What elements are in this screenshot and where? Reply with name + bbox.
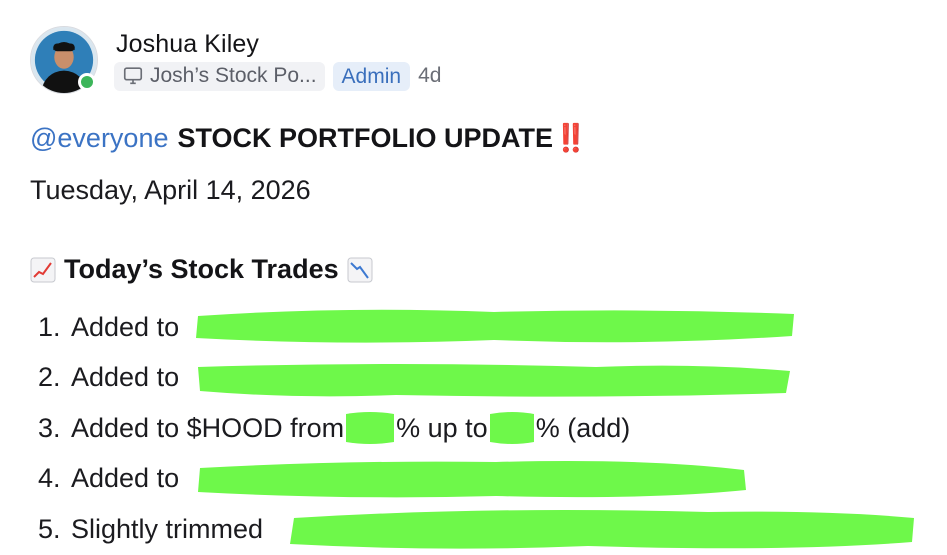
post-age: 4d xyxy=(418,64,442,87)
trade-list: 1. Added to 2. Added to 3. Added to $HOO… xyxy=(38,302,914,555)
trade-text: Added to xyxy=(71,362,180,393)
author-name[interactable]: Joshua Kiley xyxy=(116,30,259,59)
redaction-scribble xyxy=(194,306,798,346)
headline-title: STOCK PORTFOLIO UPDATE xyxy=(177,122,553,153)
trade-item: 2. Added to xyxy=(38,353,790,404)
headline: @everyone STOCK PORTFOLIO UPDATE ‼️ xyxy=(30,122,588,154)
channel-name: Josh’s Stock Po... xyxy=(150,64,317,87)
redaction-scribble xyxy=(196,458,748,500)
trade-number: 2. xyxy=(38,362,61,393)
trade-number: 3. xyxy=(38,412,61,443)
trade-number: 1. xyxy=(38,311,61,342)
double-exclamation-emoji: ‼️ xyxy=(554,123,588,153)
redaction-scribble xyxy=(344,410,396,446)
online-status-dot xyxy=(78,73,96,91)
trade-number: 5. xyxy=(38,513,61,544)
trade-item: 1. Added to xyxy=(38,302,794,353)
channel-link[interactable]: Josh’s Stock Po... xyxy=(114,61,325,91)
post-meta: Josh’s Stock Po... Admin 4d xyxy=(114,61,441,91)
author-avatar[interactable] xyxy=(30,26,100,96)
section-title-text: Today’s Stock Trades xyxy=(64,254,339,284)
trade-item: 5. Slightly trimmed xyxy=(38,504,914,555)
trade-item: 3. Added to $HOOD from % up to % (add) xyxy=(38,403,630,454)
trade-number: 4. xyxy=(38,463,61,494)
trade-text: Added to xyxy=(71,463,180,494)
trade-item: 4. Added to xyxy=(38,454,746,505)
trade-text: Added to xyxy=(71,311,180,342)
monitor-icon xyxy=(123,67,143,85)
everyone-mention[interactable]: @everyone xyxy=(30,123,168,154)
admin-badge: Admin xyxy=(332,61,411,91)
redaction-scribble xyxy=(196,359,792,399)
trade-text-middle: % up to xyxy=(396,412,488,443)
redaction-scribble xyxy=(488,410,536,446)
post-date: Tuesday, April 14, 2026 xyxy=(30,175,311,205)
trade-text: Added to $HOOD from xyxy=(71,412,345,443)
redaction-scribble xyxy=(288,506,918,552)
chart-decreasing-icon xyxy=(347,257,373,282)
trade-text: Slightly trimmed xyxy=(71,513,264,544)
chart-increasing-icon xyxy=(30,257,56,282)
trade-text-end: % (add) xyxy=(535,412,631,443)
section-title: Today’s Stock Trades xyxy=(30,254,373,285)
